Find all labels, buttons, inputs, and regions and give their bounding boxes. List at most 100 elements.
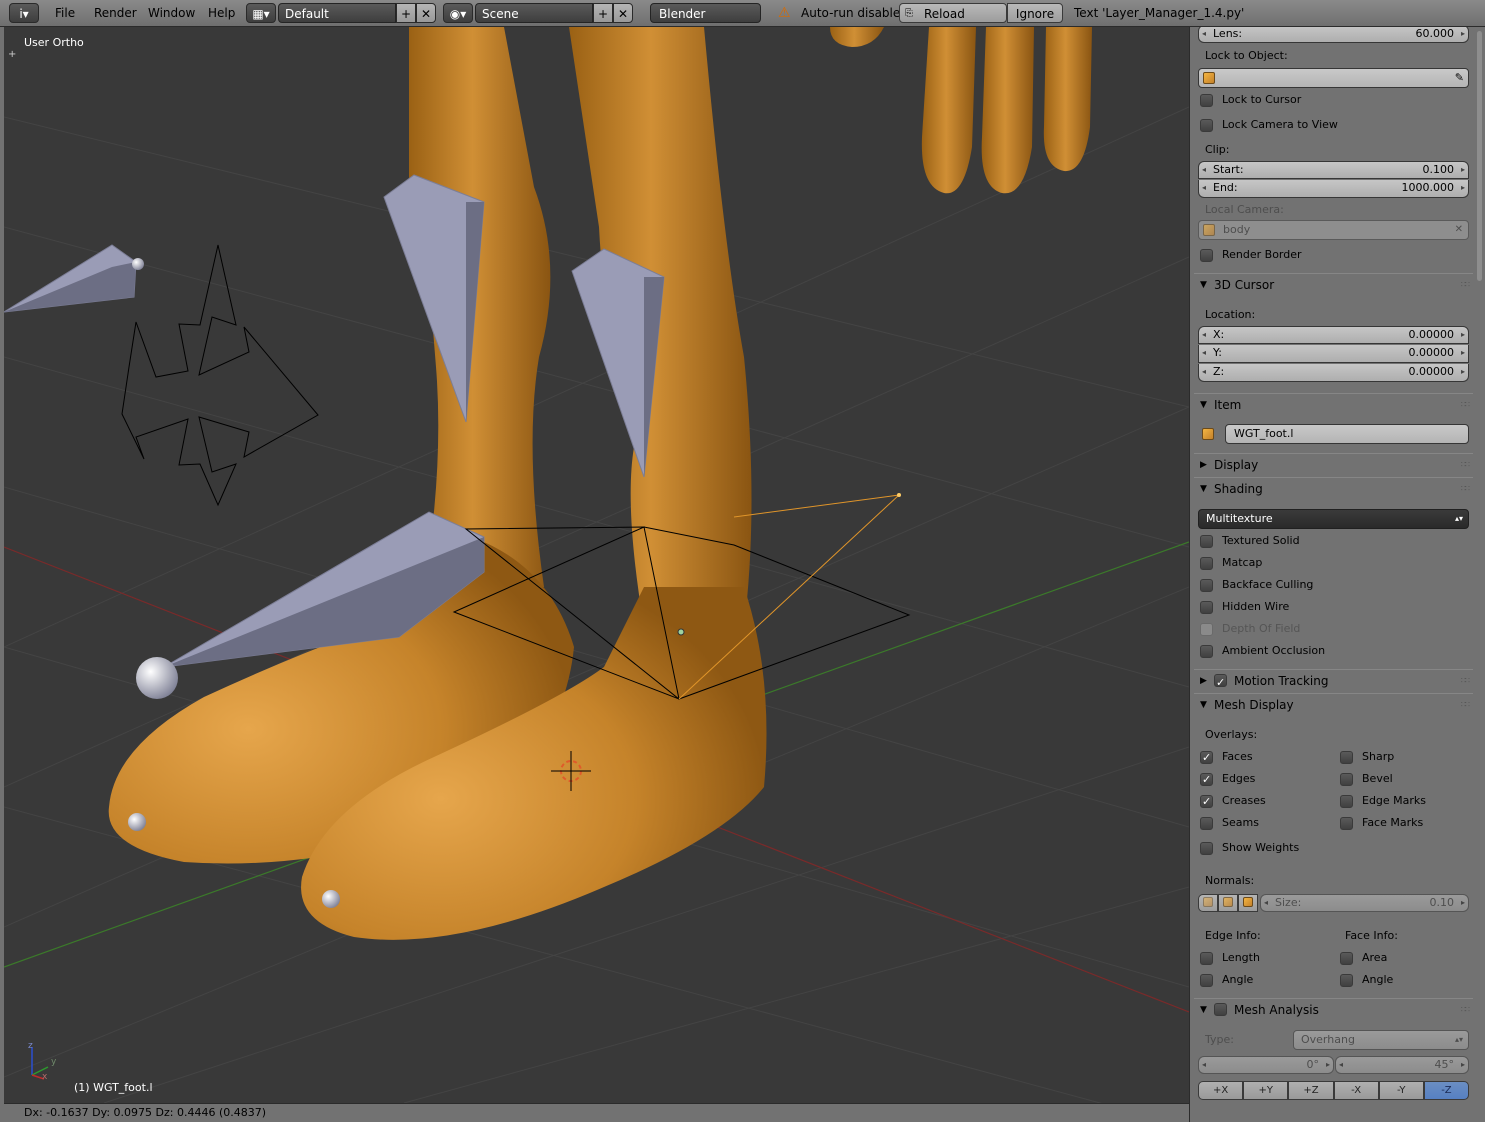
overlay-option-checkbox[interactable]: Edge Marks bbox=[1338, 792, 1426, 810]
cursor-x-field[interactable]: ◂ X: 0.00000 ▸ bbox=[1198, 326, 1469, 344]
section-item[interactable]: ▼ Item ∷∷ bbox=[1194, 393, 1473, 415]
location-label: Location: bbox=[1205, 308, 1256, 321]
axis-button-plus-z[interactable]: +Z bbox=[1288, 1081, 1334, 1100]
add-screen-button[interactable]: + bbox=[396, 3, 416, 23]
item-name-field[interactable]: WGT_foot.l bbox=[1225, 424, 1469, 444]
decrement-arrow-icon[interactable]: ◂ bbox=[1202, 27, 1206, 42]
scene-icon[interactable]: ◉▾ bbox=[443, 3, 473, 23]
view-label: User Ortho bbox=[24, 36, 84, 49]
section-mesh-display[interactable]: ▼ Mesh Display ∷∷ bbox=[1194, 693, 1473, 715]
edge-angle-checkbox[interactable]: Angle bbox=[1198, 971, 1253, 989]
axis-gizmo-x-label: x bbox=[42, 1072, 48, 1082]
3d-viewport[interactable]: User Ortho + y x z (1) WGT_foot.l bbox=[4, 27, 1189, 1103]
vertex-normals-icon[interactable] bbox=[1198, 894, 1218, 912]
scene-field[interactable]: Scene bbox=[475, 3, 593, 23]
show-weights-checkbox[interactable]: Show Weights bbox=[1198, 839, 1299, 857]
clip-start-field[interactable]: ◂ Start: 0.100 ▸ bbox=[1198, 161, 1469, 179]
panel-scrollbar[interactable] bbox=[1477, 31, 1482, 281]
reload-icon: ⎘ bbox=[905, 8, 913, 19]
section-mesh-analysis[interactable]: ▼ Mesh Analysis ∷∷ bbox=[1194, 998, 1473, 1020]
warning-icon: ⚠ bbox=[778, 5, 791, 21]
toe-sphere-left bbox=[128, 813, 146, 831]
section-3d-cursor[interactable]: ▼ 3D Cursor ∷∷ bbox=[1194, 273, 1473, 295]
edge-info-label: Edge Info: bbox=[1205, 929, 1261, 942]
menu-file[interactable]: File bbox=[48, 3, 82, 23]
overlay-option-checkbox[interactable]: Creases bbox=[1198, 792, 1266, 811]
overlay-option-checkbox[interactable]: Sharp bbox=[1338, 748, 1394, 766]
active-object-label: (1) WGT_foot.l bbox=[74, 1081, 153, 1094]
axis-button-plus-x[interactable]: +X bbox=[1198, 1081, 1244, 1100]
screen-layout-field[interactable]: Default bbox=[278, 3, 396, 23]
top-header: i▾ File Render Window Help ▦▾ Default + … bbox=[0, 0, 1485, 41]
hand-fingers bbox=[830, 27, 1092, 194]
shading-option-checkbox[interactable]: Hidden Wire bbox=[1198, 598, 1289, 616]
axis-button-minus-z[interactable]: -Z bbox=[1423, 1081, 1470, 1100]
clip-end-field[interactable]: ◂ End: 1000.000 ▸ bbox=[1198, 180, 1469, 198]
shading-mode-dropdown[interactable]: Multitexture ▴▾ bbox=[1198, 509, 1469, 529]
ignore-button[interactable]: Ignore bbox=[1007, 3, 1063, 23]
menu-help[interactable]: Help bbox=[201, 3, 242, 23]
section-display[interactable]: ▶ Display ∷∷ bbox=[1194, 453, 1473, 475]
overhang-max-field[interactable]: ◂ 45° ▸ bbox=[1335, 1056, 1469, 1074]
motion-tracking-checkbox[interactable] bbox=[1214, 672, 1227, 694]
clear-icon[interactable]: ✕ bbox=[1455, 221, 1463, 239]
shading-option-checkbox[interactable]: Ambient Occlusion bbox=[1198, 642, 1325, 660]
render-engine-dropdown[interactable]: Blender Render ▴▾ bbox=[650, 3, 761, 41]
toolshelf-toggle-icon[interactable]: + bbox=[8, 49, 16, 60]
lock-to-cursor-checkbox[interactable]: Lock to Cursor bbox=[1198, 91, 1301, 109]
section-motion-tracking[interactable]: ▶ Motion Tracking ∷∷ bbox=[1194, 669, 1473, 694]
cursor-y-field[interactable]: ◂ Y: 0.00000 ▸ bbox=[1198, 345, 1469, 363]
analysis-type-dropdown[interactable]: Overhang ▴▾ bbox=[1293, 1030, 1469, 1050]
overhang-min-field[interactable]: ◂ 0° ▸ bbox=[1198, 1056, 1334, 1074]
overlay-option-checkbox[interactable]: Edges bbox=[1198, 770, 1255, 789]
remove-scene-button[interactable]: ✕ bbox=[613, 3, 633, 23]
lock-object-field[interactable]: ✎ bbox=[1198, 68, 1469, 88]
control-sphere bbox=[136, 657, 178, 699]
lens-field[interactable]: ◂ Lens: 60.000 ▸ bbox=[1198, 27, 1469, 43]
object-cube-icon bbox=[1203, 72, 1215, 84]
face-normals-icon[interactable] bbox=[1238, 894, 1258, 912]
split-normals-icon[interactable] bbox=[1218, 894, 1238, 912]
object-cube-icon bbox=[1203, 224, 1215, 236]
properties-panel[interactable]: ◂ Lens: 60.000 ▸ Lock to Object: ✎ Lock … bbox=[1189, 27, 1485, 1122]
face-angle-checkbox[interactable]: Angle bbox=[1338, 971, 1393, 989]
bone-widgets bbox=[4, 174, 665, 668]
axis-button-minus-x[interactable]: -X bbox=[1333, 1081, 1379, 1100]
shading-option-checkbox[interactable]: Textured Solid bbox=[1198, 532, 1300, 550]
viewport-scene[interactable] bbox=[4, 27, 1189, 1103]
transform-status: Dx: -0.1637 Dy: 0.0975 Dz: 0.4446 (0.483… bbox=[4, 1103, 1189, 1122]
increment-arrow-icon[interactable]: ▸ bbox=[1461, 27, 1465, 42]
menu-render[interactable]: Render bbox=[87, 3, 144, 23]
edge-length-checkbox[interactable]: Length bbox=[1198, 949, 1260, 967]
collapse-triangle-icon: ▼ bbox=[1200, 280, 1207, 290]
move-widget[interactable] bbox=[121, 244, 319, 507]
mesh-analysis-checkbox[interactable] bbox=[1214, 1003, 1227, 1016]
shading-option-checkbox[interactable]: Matcap bbox=[1198, 554, 1262, 572]
drag-grip-icon[interactable]: ∷∷ bbox=[1461, 274, 1470, 296]
section-shading[interactable]: ▼ Shading ∷∷ bbox=[1194, 477, 1473, 499]
remove-screen-button[interactable]: ✕ bbox=[416, 3, 436, 23]
lock-to-object-label: Lock to Object: bbox=[1205, 49, 1288, 62]
screen-layout-icon[interactable]: ▦▾ bbox=[246, 3, 276, 23]
menu-window[interactable]: Window bbox=[141, 3, 202, 23]
overlay-option-checkbox[interactable]: Seams bbox=[1198, 814, 1259, 832]
overlay-option-checkbox[interactable]: Bevel bbox=[1338, 770, 1393, 788]
add-scene-button[interactable]: + bbox=[593, 3, 613, 23]
dropdown-arrow-icon: ▴▾ bbox=[1454, 1035, 1463, 1044]
lock-camera-to-view-checkbox[interactable]: Lock Camera to View bbox=[1198, 116, 1338, 134]
axis-gizmo-z-label: z bbox=[28, 1041, 33, 1051]
text-report: Text 'Layer_Manager_1.4.py' bbox=[1074, 6, 1245, 20]
local-camera-field[interactable]: body ✕ bbox=[1198, 220, 1469, 240]
render-border-checkbox[interactable]: Render Border bbox=[1198, 246, 1302, 264]
reload-trusted-button[interactable]: ⎘ Reload Trusted bbox=[899, 3, 1007, 41]
overlay-option-checkbox[interactable]: Face Marks bbox=[1338, 814, 1423, 832]
overlay-option-checkbox[interactable]: Faces bbox=[1198, 748, 1253, 767]
normals-size-field[interactable]: ◂ Size: 0.10 ▸ bbox=[1260, 894, 1469, 912]
cursor-z-field[interactable]: ◂ Z: 0.00000 ▸ bbox=[1198, 364, 1469, 382]
axis-button-plus-y[interactable]: +Y bbox=[1243, 1081, 1289, 1100]
face-area-checkbox[interactable]: Area bbox=[1338, 949, 1387, 967]
axis-button-minus-y[interactable]: -Y bbox=[1378, 1081, 1424, 1100]
shading-option-checkbox[interactable]: Backface Culling bbox=[1198, 576, 1313, 594]
eyedropper-icon[interactable]: ✎ bbox=[1455, 69, 1464, 87]
info-editor-icon[interactable]: i▾ bbox=[9, 3, 39, 23]
